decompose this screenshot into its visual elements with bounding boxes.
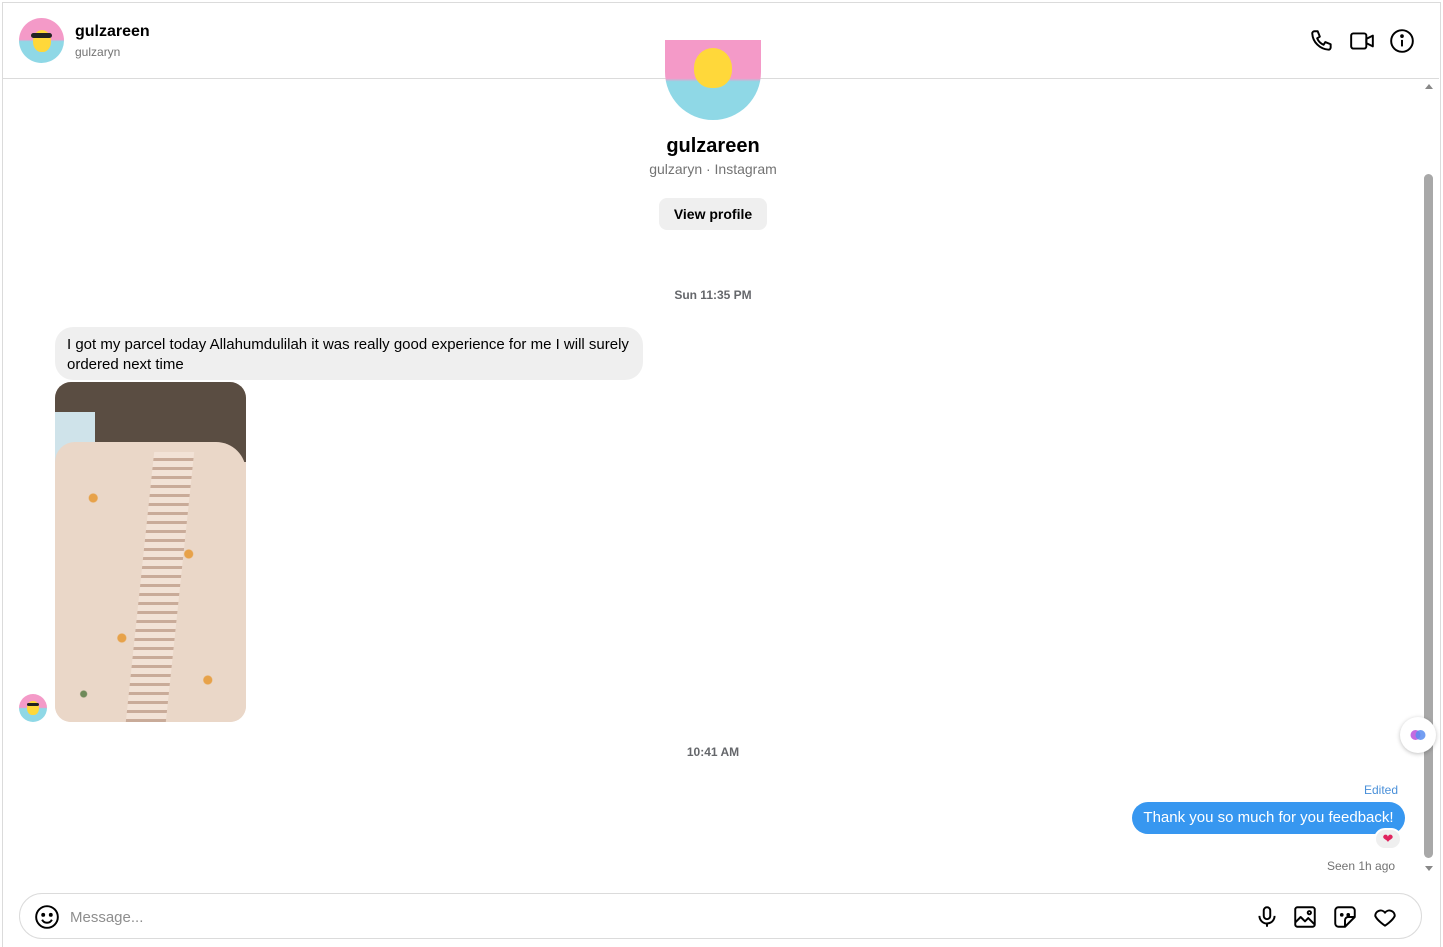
profile-name: gulzareen — [666, 135, 760, 157]
message-timestamp: 10:41 AM — [686, 745, 740, 759]
incoming-photo[interactable] — [55, 382, 246, 722]
heart-like-icon[interactable] — [1372, 904, 1398, 930]
message-input[interactable] — [70, 902, 1220, 932]
phone-icon[interactable] — [1309, 28, 1335, 54]
image-upload-icon[interactable] — [1292, 904, 1318, 930]
sender-avatar[interactable] — [19, 694, 47, 722]
seen-status: Seen 1h ago — [1327, 859, 1396, 873]
view-profile-button[interactable]: View profile — [659, 198, 767, 230]
header-avatar[interactable] — [19, 18, 64, 63]
video-call-icon[interactable] — [1349, 28, 1375, 54]
profile-subtitle: gulzaryn · Instagram — [649, 161, 777, 177]
outgoing-message[interactable]: Thank you so much for you feedback! — [1132, 802, 1405, 834]
emoji-icon[interactable] — [34, 904, 60, 930]
sunglasses-image — [31, 32, 52, 38]
microphone-icon[interactable] — [1254, 904, 1280, 930]
sticker-icon[interactable] — [1332, 904, 1358, 930]
message-composer — [19, 893, 1422, 939]
scroll-up-arrow-icon[interactable] — [1425, 84, 1433, 89]
ai-assistant-icon[interactable] — [1400, 717, 1436, 753]
incoming-message[interactable]: I got my parcel today Allahumdulilah it … — [55, 327, 643, 380]
chick-image — [693, 48, 733, 88]
scroll-down-arrow-icon[interactable] — [1425, 866, 1433, 871]
message-timestamp: Sun 11:35 PM — [674, 288, 752, 302]
edited-label[interactable]: Edited — [1364, 783, 1398, 797]
header-username: gulzaryn — [75, 45, 121, 59]
info-icon[interactable] — [1389, 28, 1415, 54]
sunglasses-image — [26, 703, 40, 707]
heart-reaction-icon[interactable]: ❤ — [1374, 828, 1402, 850]
header-name[interactable]: gulzareen — [75, 23, 150, 41]
